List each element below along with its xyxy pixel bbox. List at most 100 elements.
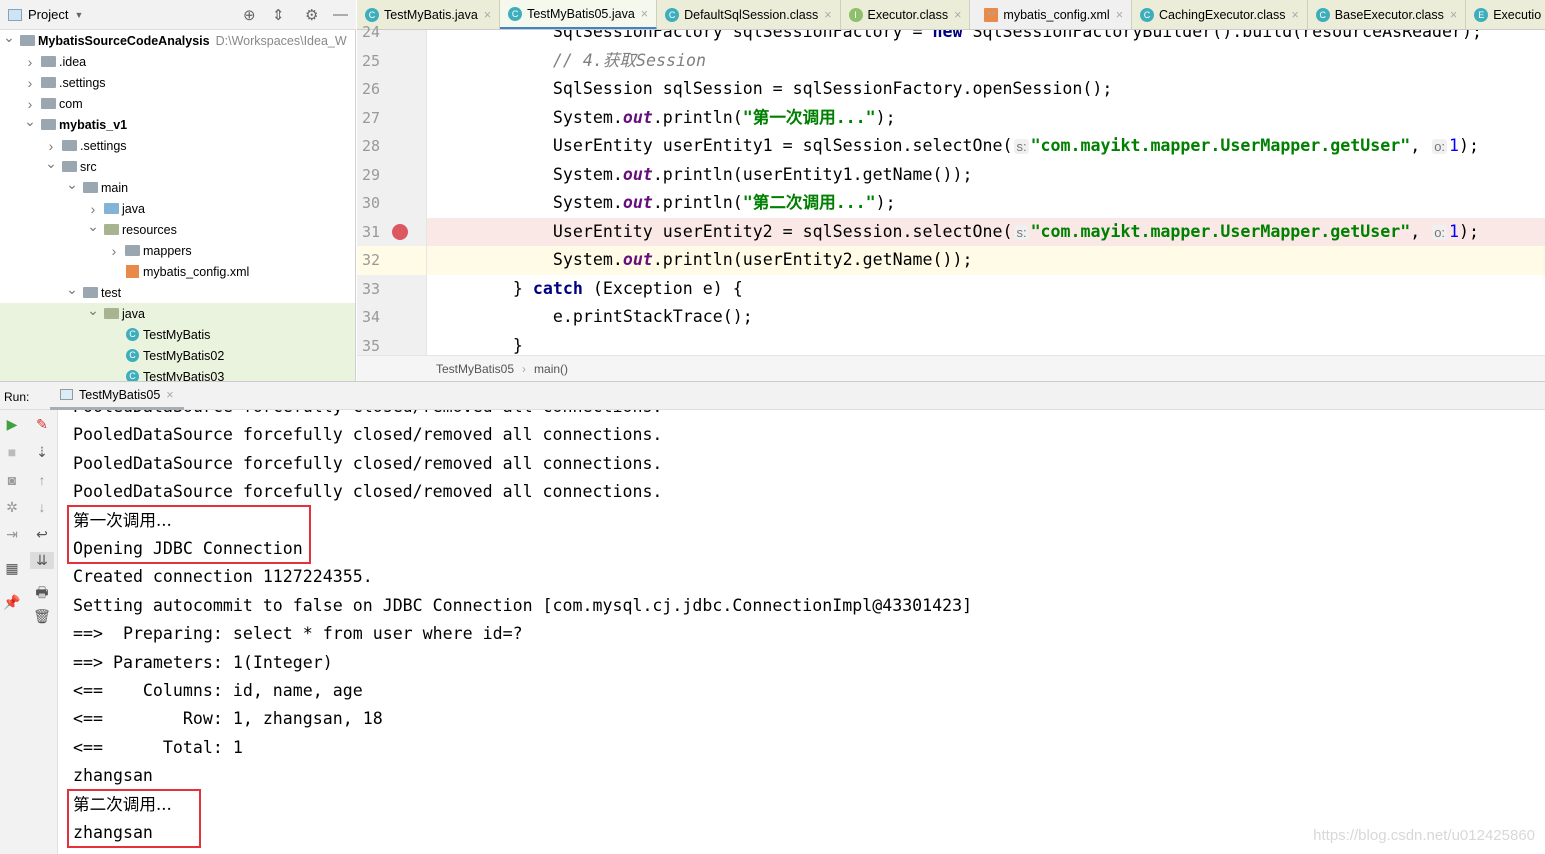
close-icon[interactable]: × xyxy=(484,8,491,22)
line-number: 29 xyxy=(362,165,381,184)
exit-icon[interactable]: ⇥ xyxy=(2,526,22,543)
code-editor[interactable]: SqlSessionFactory sqlSessionFactory = ne… xyxy=(427,30,1545,355)
minimize-icon[interactable]: — xyxy=(333,6,348,23)
chevron-right-icon[interactable]: › xyxy=(86,201,100,217)
close-icon[interactable]: × xyxy=(641,7,648,21)
close-icon[interactable]: × xyxy=(1450,8,1457,22)
layout-icon[interactable]: ▦ xyxy=(2,560,22,577)
tree-item[interactable]: ⌄ MybatisSourceCodeAnalysis D:\Workspaces\… xyxy=(0,30,355,51)
tree-item[interactable]: ⌄ mybatis_v1 xyxy=(0,114,355,135)
tree-item[interactable]: ⌄ resources xyxy=(0,219,355,240)
close-icon[interactable]: × xyxy=(954,8,961,22)
breadcrumb-method[interactable]: main() xyxy=(534,362,568,376)
chevron-down-icon[interactable]: ⌄ xyxy=(65,282,79,298)
editor-tab[interactable]: I Executor.class × xyxy=(841,0,971,29)
sort-icon[interactable]: ⇣ xyxy=(32,444,52,461)
chevron-right-icon[interactable]: › xyxy=(107,243,121,259)
pin-icon[interactable]: 📌 xyxy=(2,594,22,611)
project-view-selector[interactable]: Project xyxy=(28,7,68,22)
chevron-down-icon[interactable]: ⌄ xyxy=(44,156,58,172)
editor-tab[interactable]: C BaseExecutor.class × xyxy=(1308,0,1467,29)
close-icon[interactable]: × xyxy=(824,8,831,22)
console-line: <== Columns: id, name, age xyxy=(73,681,363,700)
locate-icon[interactable]: ⊕ xyxy=(243,6,256,24)
tree-item[interactable]: ⌄ test xyxy=(0,282,355,303)
breakpoint-icon[interactable] xyxy=(392,223,408,240)
tree-item[interactable]: ⌄ main xyxy=(0,177,355,198)
code-token: , xyxy=(1410,221,1431,241)
xml-file-icon: <> xyxy=(984,8,999,22)
trash-icon[interactable]: 🗑 xyxy=(32,608,52,625)
code-line[interactable]: System.out.println("第一次调用..."); xyxy=(427,104,1545,133)
tree-item[interactable]: › java xyxy=(0,198,355,219)
tree-item-label: mybatis_v1 xyxy=(59,117,128,132)
tree-item[interactable]: C TestMyBatis02 xyxy=(0,345,355,366)
chevron-right-icon[interactable]: › xyxy=(23,96,37,112)
chevron-right-icon[interactable]: › xyxy=(44,138,58,154)
breadcrumb-class[interactable]: TestMyBatis05 xyxy=(436,362,514,376)
tree-item[interactable]: ⌄ src xyxy=(0,156,355,177)
tree-item[interactable]: › com xyxy=(0,93,355,114)
chevron-down-icon[interactable]: ⌄ xyxy=(23,114,37,130)
up-arrow-icon[interactable]: ↑ xyxy=(32,472,52,488)
clear-icon[interactable]: ✎ xyxy=(32,416,52,433)
chevron-down-icon[interactable]: ⌄ xyxy=(65,177,79,193)
print-icon[interactable]: 🖶 xyxy=(32,582,52,606)
console-output[interactable]: PooledDataSource forcefully closed/remov… xyxy=(58,410,1545,854)
editor-tab[interactable]: C TestMyBatis05.java × xyxy=(500,0,658,29)
soft-wrap-icon[interactable]: ↩ xyxy=(32,526,52,543)
chevron-down-icon[interactable]: ▼ xyxy=(74,10,83,20)
gear-icon[interactable]: ⚙ xyxy=(305,6,318,24)
tree-item[interactable]: › mappers xyxy=(0,240,355,261)
close-icon[interactable]: × xyxy=(1291,8,1298,22)
close-icon[interactable]: × xyxy=(166,388,173,402)
line-number: 34 xyxy=(362,308,381,326)
chevron-right-icon[interactable]: › xyxy=(23,54,37,70)
tree-item[interactable]: mybatis_config.xml xyxy=(0,261,355,282)
tree-item[interactable]: C TestMyBatis xyxy=(0,324,355,345)
scroll-to-end-icon[interactable]: ⇊ xyxy=(30,552,54,569)
code-line[interactable]: SqlSessionFactory sqlSessionFactory = ne… xyxy=(427,30,1545,47)
code-line[interactable]: } catch (Exception e) { xyxy=(427,275,1545,304)
parameter-hint: o: xyxy=(1432,224,1448,240)
run-tab[interactable]: TestMyBatis05 × xyxy=(50,382,184,410)
code-line[interactable]: // 4.获取Session xyxy=(427,47,1545,76)
code-line[interactable]: } xyxy=(427,332,1545,356)
folder-icon xyxy=(62,140,77,151)
camera-icon[interactable]: ◙ xyxy=(2,472,22,488)
console-line: Setting autocommit to false on JDBC Conn… xyxy=(73,595,973,615)
editor-tab[interactable]: E Executio xyxy=(1466,0,1545,29)
tree-item[interactable]: › .idea xyxy=(0,51,355,72)
chevron-down-icon[interactable]: ⌄ xyxy=(86,219,100,235)
editor-tab-label: mybatis_config.xml xyxy=(1003,8,1110,22)
collapse-all-icon[interactable]: ⇕ xyxy=(272,6,285,24)
line-number: 31 xyxy=(362,222,381,241)
tree-item[interactable]: › .settings xyxy=(0,72,355,93)
chevron-down-icon[interactable]: ⌄ xyxy=(86,303,100,319)
stop-icon[interactable]: ■ xyxy=(2,444,22,460)
chevron-right-icon[interactable]: › xyxy=(23,75,37,91)
down-arrow-icon[interactable]: ↓ xyxy=(32,499,52,515)
code-token: .println( xyxy=(652,107,743,127)
code-line[interactable]: System.out.println("第二次调用..."); xyxy=(427,189,1545,218)
debug-icon[interactable]: ✲ xyxy=(2,499,22,516)
editor-tab-label: TestMyBatis05.java xyxy=(527,6,635,21)
module-icon xyxy=(20,35,35,46)
tree-item[interactable]: › .settings xyxy=(0,135,355,156)
code-line[interactable]: e.printStackTrace(); xyxy=(427,303,1545,332)
code-line[interactable]: UserEntity userEntity1 = sqlSession.sele… xyxy=(427,132,1545,161)
code-token: // 4.获取Session xyxy=(552,50,706,70)
editor-tab[interactable]: <> mybatis_config.xml × xyxy=(970,0,1133,29)
chevron-down-icon[interactable]: ⌄ xyxy=(2,30,16,46)
code-line[interactable]: System.out.println(userEntity1.getName()… xyxy=(427,161,1545,190)
rerun-icon[interactable]: ▶ xyxy=(2,416,22,433)
close-icon[interactable]: × xyxy=(1116,8,1123,22)
breadcrumb: TestMyBatis05 › main() xyxy=(357,355,1545,381)
editor-tab[interactable]: C CachingExecutor.class × xyxy=(1132,0,1308,29)
tree-item[interactable]: ⌄ java xyxy=(0,303,355,324)
code-token: "com.mayikt.mapper.UserMapper.getUser" xyxy=(1030,136,1411,155)
code-line[interactable]: UserEntity userEntity2 = sqlSession.sele… xyxy=(427,217,1545,246)
code-line[interactable]: SqlSession sqlSession = sqlSessionFactor… xyxy=(427,75,1545,104)
code-line[interactable]: System.out.println(userEntity2.getName()… xyxy=(427,246,1545,275)
editor-tab[interactable]: C DefaultSqlSession.class × xyxy=(657,0,841,29)
